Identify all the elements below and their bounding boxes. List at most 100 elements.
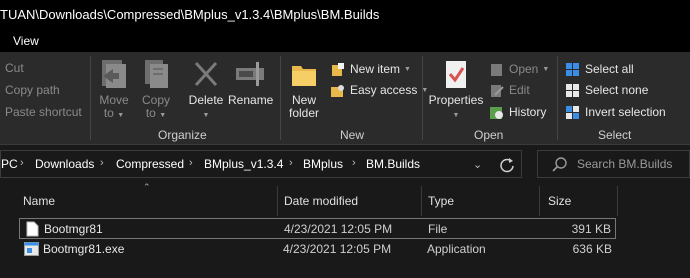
ribbon: Cut Copy path Paste shortcut Move to ▼ C… — [0, 52, 690, 145]
new-item-button[interactable]: New item ▼ — [330, 60, 411, 78]
select-all-button[interactable]: Select all — [565, 60, 634, 78]
address-bar[interactable]: PC › Downloads › Compressed › BMplus_v1.… — [0, 150, 522, 178]
file-name: Bootmgr81 — [44, 222, 103, 236]
cut-label: Cut — [5, 61, 24, 75]
breadcrumb-pc[interactable]: PC — [1, 157, 18, 171]
search-input[interactable] — [577, 157, 687, 171]
select-none-icon — [566, 83, 579, 97]
column-divider[interactable] — [421, 186, 422, 216]
ribbon-separator — [557, 56, 558, 140]
new-item-icon — [332, 62, 344, 76]
new-folder-button[interactable]: New folder — [284, 58, 324, 120]
ribbon-separator — [422, 56, 423, 140]
paste-shortcut-button[interactable]: Paste shortcut — [5, 103, 82, 121]
search-icon — [552, 157, 567, 172]
move-to-icon — [102, 60, 126, 88]
menu-bar: View — [0, 31, 690, 52]
chevron-right-icon[interactable]: › — [352, 157, 356, 169]
chevron-down-icon: ▼ — [542, 65, 550, 73]
address-row: PC › Downloads › Compressed › BMplus_v1.… — [0, 145, 690, 182]
organize-group-label: Organize — [158, 128, 207, 142]
delete-button[interactable]: Delete ▼ — [186, 58, 226, 122]
move-to-button[interactable]: Move to ▼ — [95, 58, 133, 122]
properties-icon — [446, 61, 466, 88]
ribbon-separator — [280, 56, 281, 140]
column-divider[interactable] — [539, 186, 540, 216]
file-date: 4/23/2021 12:05 PM — [284, 222, 393, 236]
chevron-right-icon[interactable]: › — [100, 157, 104, 169]
select-none-label: Select none — [585, 83, 649, 97]
delete-label: Delete — [188, 93, 224, 107]
copy-to-label-1: Copy — [141, 93, 170, 107]
invert-selection-icon — [566, 105, 579, 119]
chevron-down-icon[interactable]: ⌄ — [473, 158, 482, 171]
column-name[interactable]: Name — [23, 194, 55, 208]
chevron-down-icon: ▼ — [117, 112, 125, 119]
rename-icon — [236, 62, 264, 86]
chevron-down-icon: ▼ — [159, 112, 167, 119]
rename-label: Rename — [228, 93, 274, 107]
copy-to-icon — [145, 60, 168, 88]
edit-button[interactable]: Edit — [489, 81, 530, 99]
file-size: 636 KB — [572, 242, 612, 256]
chevron-right-icon[interactable]: › — [289, 157, 293, 169]
properties-label: Properties — [428, 93, 484, 107]
column-size[interactable]: Size — [548, 194, 571, 208]
copy-path-button[interactable]: Copy path — [5, 81, 60, 99]
file-row[interactable]: Bootmgr81 4/23/2021 12:05 PM File 391 KB — [19, 218, 616, 239]
cut-button[interactable]: Cut — [5, 59, 24, 77]
delete-x-icon — [194, 61, 218, 87]
column-type[interactable]: Type — [428, 194, 454, 208]
invert-selection-button[interactable]: Invert selection — [565, 103, 666, 121]
search-box[interactable] — [537, 150, 690, 178]
tab-view[interactable]: View — [13, 34, 39, 48]
easy-access-icon — [331, 84, 344, 97]
invert-selection-label: Invert selection — [585, 105, 666, 119]
rename-button[interactable]: Rename — [228, 58, 274, 107]
new-folder-label-1: New — [291, 93, 316, 107]
copy-to-label-2: to — [145, 106, 156, 120]
open-group-label: Open — [474, 128, 504, 142]
column-date-modified[interactable]: Date modified — [284, 194, 358, 208]
window-title: TUAN\Downloads\Compressed\BMplus_v1.3.4\… — [0, 7, 380, 22]
folder-icon — [292, 66, 316, 86]
copy-path-label: Copy path — [5, 83, 60, 97]
history-button[interactable]: History — [489, 103, 546, 121]
open-button[interactable]: Open ▼ — [489, 60, 549, 78]
chevron-down-icon: ▼ — [404, 65, 411, 73]
file-size: 391 KB — [571, 222, 611, 236]
breadcrumb-bmplus[interactable]: BMplus — [303, 157, 343, 171]
easy-access-button[interactable]: Easy access ▼ — [330, 81, 428, 99]
chevron-right-icon[interactable]: › — [20, 157, 24, 169]
history-label: History — [509, 105, 547, 119]
breadcrumb-bm-builds[interactable]: BM.Builds — [366, 157, 420, 171]
move-to-label-2: to — [103, 106, 114, 120]
column-divider[interactable] — [277, 186, 278, 216]
select-none-button[interactable]: Select none — [565, 81, 648, 99]
file-row[interactable]: Bootmgr81.exe 4/23/2021 12:05 PM Applica… — [19, 239, 616, 260]
easy-access-label: Easy access — [350, 83, 418, 97]
paste-shortcut-label: Paste shortcut — [5, 105, 82, 119]
refresh-icon[interactable] — [499, 157, 515, 173]
title-bar: TUAN\Downloads\Compressed\BMplus_v1.3.4\… — [0, 0, 690, 31]
copy-to-button[interactable]: Copy to ▼ — [137, 58, 175, 122]
history-icon — [490, 106, 503, 119]
breadcrumb-downloads[interactable]: Downloads — [35, 157, 94, 171]
chevron-down-icon: ▼ — [452, 112, 460, 119]
sort-up-icon: ⌃ — [143, 182, 151, 192]
new-item-label: New item — [350, 62, 401, 76]
select-all-icon — [566, 62, 579, 76]
file-type: File — [428, 222, 448, 236]
column-divider[interactable] — [617, 186, 618, 216]
blank-file-icon — [26, 221, 39, 237]
file-type: Application — [427, 242, 486, 256]
new-group-label: New — [340, 128, 365, 142]
breadcrumb-compressed[interactable]: Compressed — [116, 157, 184, 171]
file-name: Bootmgr81.exe — [43, 242, 125, 256]
open-label: Open — [509, 62, 539, 76]
new-folder-label-2: folder — [288, 106, 320, 120]
breadcrumb-bmplus-version[interactable]: BMplus_v1.3.4 — [204, 157, 283, 171]
file-date: 4/23/2021 12:05 PM — [283, 242, 392, 256]
properties-button[interactable]: Properties ▼ — [428, 58, 484, 122]
chevron-right-icon[interactable]: › — [189, 157, 193, 169]
